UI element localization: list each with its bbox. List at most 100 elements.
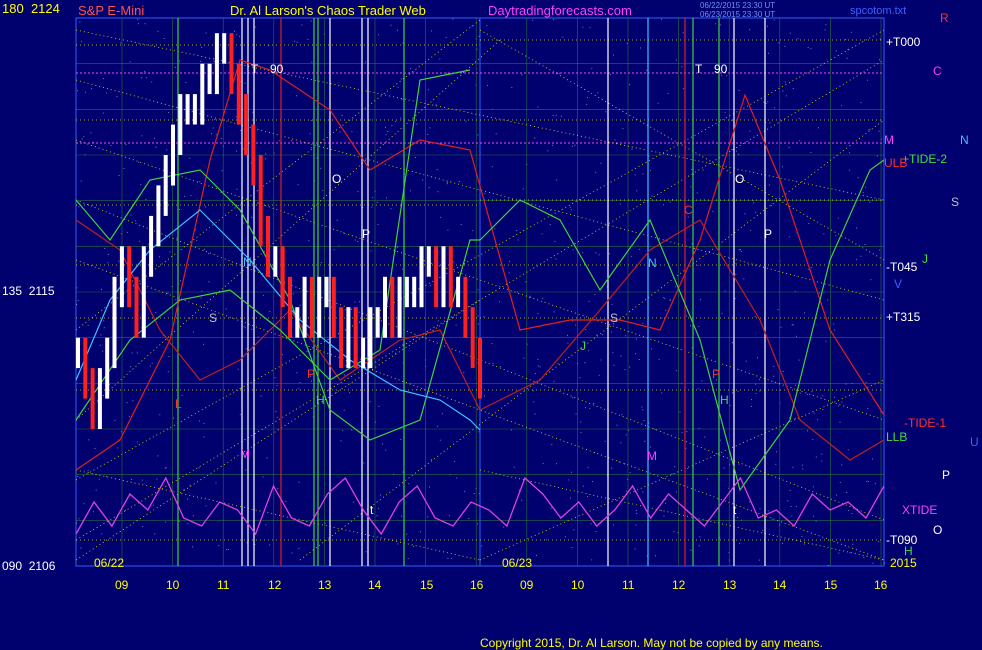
star <box>572 397 574 399</box>
star <box>477 134 479 136</box>
star <box>698 545 700 547</box>
star <box>620 355 622 357</box>
star <box>571 547 573 548</box>
star <box>675 491 677 493</box>
star <box>164 467 166 469</box>
star <box>494 228 496 230</box>
star <box>712 140 714 142</box>
marker-label: t <box>370 503 374 517</box>
star <box>661 510 662 512</box>
price-bar <box>383 276 387 338</box>
star <box>636 513 638 514</box>
star <box>626 490 628 492</box>
star <box>301 24 303 26</box>
star <box>198 467 200 469</box>
star <box>483 315 485 317</box>
star <box>848 510 849 512</box>
star <box>812 486 814 488</box>
star <box>331 346 333 348</box>
star <box>262 476 264 478</box>
star <box>868 129 870 131</box>
star <box>655 555 656 557</box>
star <box>221 137 223 139</box>
star <box>353 501 354 503</box>
star <box>657 102 659 104</box>
star <box>812 439 814 441</box>
star <box>822 409 824 410</box>
star <box>179 60 180 62</box>
star <box>359 301 360 303</box>
star <box>385 126 386 128</box>
planet-label: P <box>942 468 951 482</box>
star <box>159 414 161 416</box>
marker-label: L <box>175 397 182 411</box>
star <box>755 392 757 394</box>
star <box>754 316 756 317</box>
star <box>477 523 478 525</box>
star <box>357 191 359 193</box>
star <box>464 491 466 493</box>
marker-label: N <box>243 255 252 269</box>
star <box>879 249 881 251</box>
star <box>745 360 747 362</box>
star <box>79 21 81 23</box>
star <box>639 248 641 250</box>
price-bar <box>200 63 205 125</box>
star <box>471 25 473 27</box>
site-link[interactable]: Daytradingforecasts.com <box>488 4 632 18</box>
price-bar <box>229 33 234 95</box>
star <box>342 430 344 432</box>
star <box>665 499 667 501</box>
star <box>804 543 805 545</box>
star <box>226 549 228 550</box>
star <box>447 558 449 560</box>
star <box>151 362 153 364</box>
y-label-bottom: 090 2106 <box>2 559 56 573</box>
planet-label: R <box>940 11 949 25</box>
star <box>147 243 149 245</box>
star <box>567 334 568 336</box>
star <box>236 214 238 216</box>
star <box>784 81 786 83</box>
star <box>821 395 823 397</box>
star <box>801 536 803 537</box>
price-bar <box>214 33 219 95</box>
planet-label: V <box>894 277 903 291</box>
star <box>120 42 122 44</box>
star <box>400 78 402 80</box>
star <box>84 91 86 93</box>
star <box>297 184 299 186</box>
star <box>590 523 592 525</box>
star <box>522 188 524 190</box>
star <box>845 383 847 385</box>
star <box>835 50 837 52</box>
star <box>677 532 679 534</box>
star <box>365 61 367 63</box>
star <box>244 82 246 84</box>
star <box>245 348 247 350</box>
star <box>98 478 100 480</box>
star <box>112 118 114 120</box>
star <box>452 18 454 20</box>
star <box>586 103 588 105</box>
star <box>791 515 793 517</box>
planet-label: O <box>933 523 943 537</box>
star <box>263 294 265 296</box>
star <box>789 32 791 34</box>
star <box>397 29 398 31</box>
star <box>431 30 432 32</box>
star <box>174 66 176 68</box>
star <box>228 548 229 550</box>
x-tick: 14 <box>368 578 382 592</box>
star <box>878 541 880 542</box>
star <box>773 366 775 368</box>
star <box>430 284 431 286</box>
star <box>613 54 614 56</box>
price-bar <box>222 33 227 64</box>
star <box>879 59 880 61</box>
star <box>608 253 610 255</box>
star <box>365 551 367 553</box>
planet-label: J <box>922 252 928 266</box>
price-bar <box>463 276 468 338</box>
star <box>636 190 638 192</box>
